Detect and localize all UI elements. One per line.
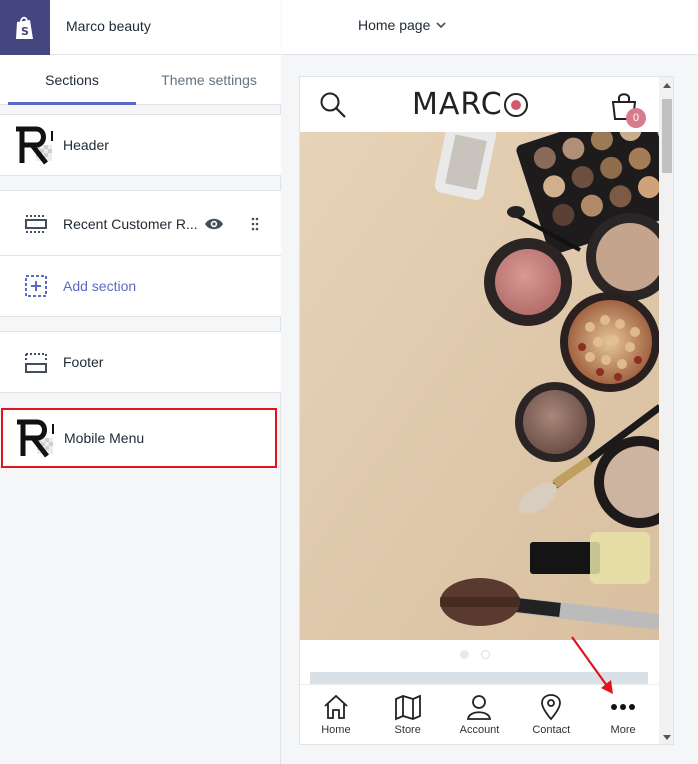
slideshow-dots (460, 650, 490, 659)
annotation-arrow-icon (571, 636, 613, 694)
scroll-up-arrow-icon[interactable] (663, 83, 671, 88)
section-label-mobile-menu: Mobile Menu (64, 430, 145, 446)
eye-icon[interactable] (204, 217, 224, 231)
scroll-down-arrow-icon[interactable] (663, 735, 671, 740)
page-selector-label: Home page (358, 17, 431, 33)
search-icon[interactable] (319, 91, 347, 119)
sidebar-tabs: Sections Theme settings (0, 55, 281, 105)
store-header: MARC 0 (300, 77, 659, 132)
nav-item-account[interactable]: Account (444, 685, 516, 744)
store-brand-logo[interactable]: MARC (412, 87, 528, 122)
location-pin-icon (541, 694, 562, 721)
store-name: Marco beauty (66, 18, 151, 34)
editor-topbar: S Marco beauty (0, 0, 281, 55)
brand-text: MARC (412, 87, 503, 122)
r-logo-icon (17, 419, 54, 458)
section-layout-icon (25, 214, 47, 233)
tab-theme-settings[interactable]: Theme settings (140, 55, 278, 105)
section-item-mobile-menu[interactable]: Mobile Menu (1, 408, 277, 468)
home-icon (324, 694, 348, 719)
section-item-header[interactable]: Header (0, 114, 281, 176)
add-section-button[interactable]: Add section (0, 255, 281, 317)
editor-sidebar: S Marco beauty Sections Theme settings H… (0, 0, 281, 764)
hero-makeup-image[interactable] (300, 132, 659, 640)
add-section-label: Add section (63, 278, 137, 294)
nav-label-home: Home (321, 724, 351, 736)
chevron-down-icon (436, 21, 446, 28)
page-selector-dropdown[interactable]: Home page (358, 17, 446, 33)
map-icon (394, 694, 421, 721)
preview-scrollbar[interactable] (659, 77, 673, 744)
nav-label-store: Store (394, 724, 421, 736)
user-icon (467, 695, 492, 720)
shopify-logo-icon[interactable]: S (0, 0, 50, 55)
scroll-thumb[interactable] (662, 99, 672, 173)
section-item-footer[interactable]: Footer (0, 331, 281, 393)
drag-handle-icon[interactable] (250, 217, 260, 231)
add-section-icon (25, 275, 47, 297)
section-label-recent: Recent Customer R... (63, 215, 198, 232)
nav-label-more: More (610, 724, 636, 736)
nav-item-store[interactable]: Store (372, 685, 444, 744)
nav-item-home[interactable]: Home (300, 685, 372, 744)
r-logo-icon (16, 126, 53, 165)
section-label-header: Header (63, 137, 109, 153)
nav-label-account: Account (459, 724, 500, 736)
svg-text:S: S (21, 25, 29, 38)
section-item-recent-customer-reviews[interactable]: Recent Customer R... (0, 190, 281, 256)
tab-sections[interactable]: Sections (8, 55, 136, 105)
footer-layout-icon (25, 353, 47, 373)
slide-dot-1[interactable] (460, 650, 469, 659)
cart-count-badge: 0 (626, 108, 646, 128)
slide-dot-2[interactable] (481, 650, 490, 659)
nav-label-contact: Contact (532, 724, 571, 736)
brand-dot-icon (503, 92, 528, 117)
section-label-footer: Footer (63, 354, 104, 370)
preview-topbar: Home page (282, 0, 698, 55)
